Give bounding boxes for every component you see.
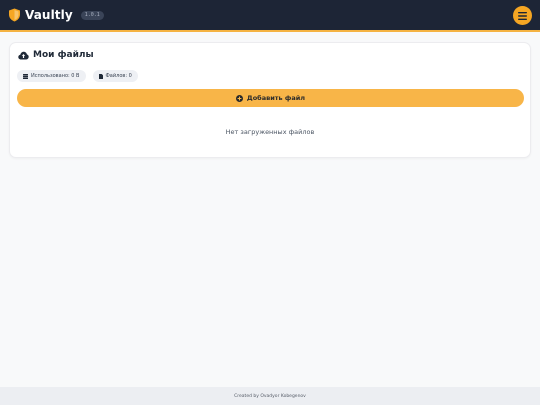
database-icon (23, 73, 28, 79)
stats-pills: Использовано: 0 B Файлов: 0 (17, 70, 145, 82)
plus-circle-icon (235, 94, 243, 102)
card-title: Мои файлы (18, 50, 94, 60)
page-title: Мои файлы (33, 50, 94, 60)
files-count-badge: Файлов: 0 (92, 70, 138, 82)
hamburger-menu-icon (518, 11, 527, 20)
menu-button[interactable] (513, 6, 532, 25)
top-header: Vaultly 1.0.1 (0, 0, 540, 32)
storage-used-text: Использовано: 0 B (31, 73, 80, 79)
app-name: Vaultly (25, 8, 73, 22)
add-file-label: Добавить файл (246, 94, 306, 102)
files-card: Мои файлы Использовано: 0 B Файлов: 0 До… (9, 42, 531, 158)
cloud-upload-icon (18, 51, 29, 59)
file-icon (98, 73, 103, 79)
brand[interactable]: Vaultly 1.0.1 (8, 8, 104, 22)
add-file-button[interactable]: Добавить файл (17, 89, 524, 107)
storage-used-badge: Использовано: 0 B (17, 70, 86, 82)
footer: Created by Ovadyor Kobegenov (0, 387, 540, 405)
footer-credit: Created by Ovadyor Kobegenov (234, 393, 306, 399)
app-root: Vaultly 1.0.1 Мои файлы Использовано: 0 … (0, 0, 540, 405)
files-count-text: Файлов: 0 (105, 73, 132, 79)
empty-state-message: Нет загруженных файлов (225, 128, 315, 136)
shield-icon (9, 8, 20, 22)
version-badge: 1.0.1 (80, 10, 104, 20)
